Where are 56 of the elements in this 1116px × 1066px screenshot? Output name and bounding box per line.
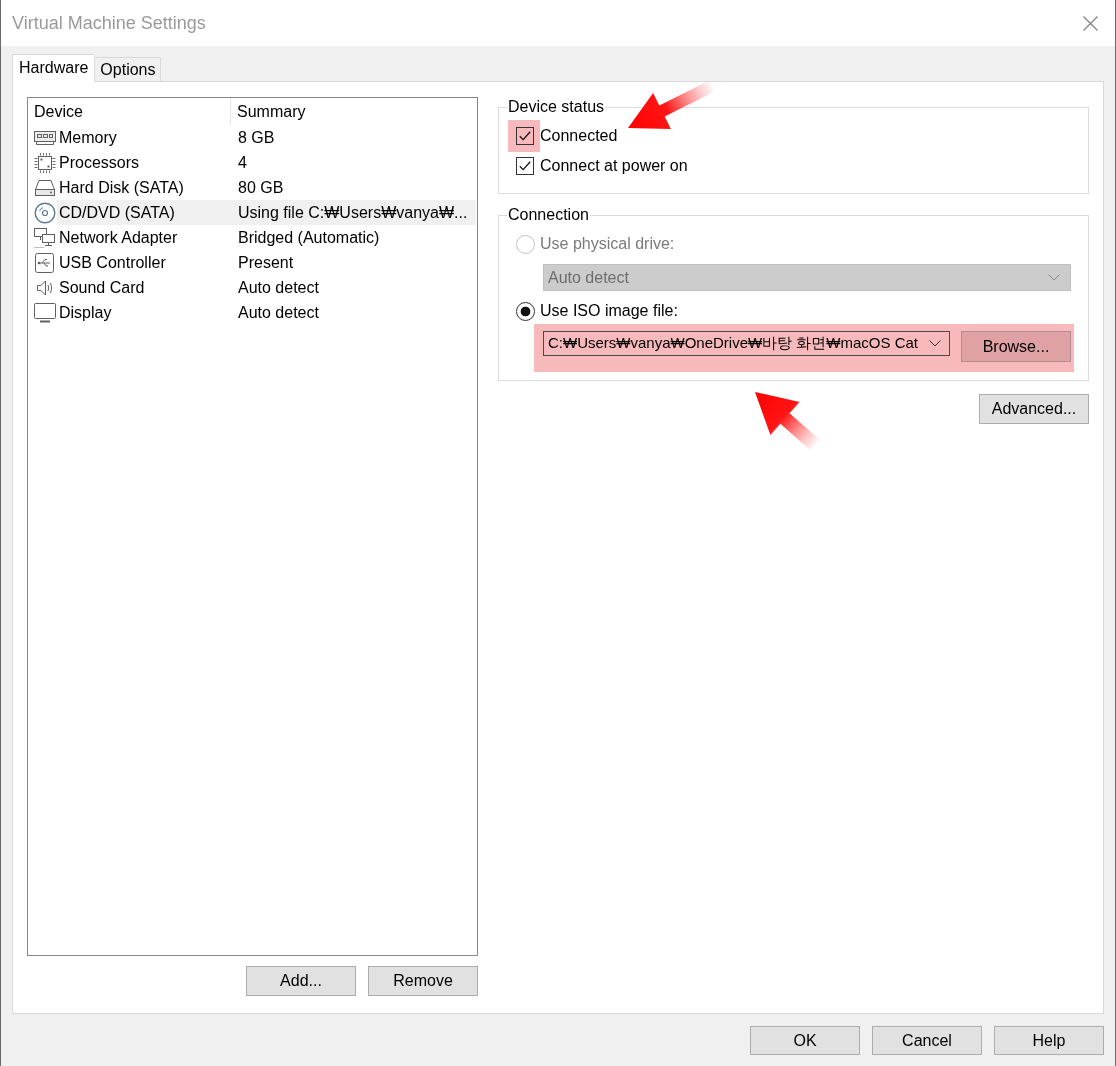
checkbox-label[interactable]: Connect at power on [540,157,688,175]
device-summary: 8 GB [237,128,275,147]
check-icon [519,161,531,171]
tab[interactable]: Hardware [12,54,95,82]
list-row[interactable]: Hard Disk (SATA) 80 GB [57,175,476,200]
device-summary: Auto detect [237,278,319,297]
monitor-icon [33,301,57,324]
group-title: Connection [507,206,590,224]
close-icon [1083,15,1098,31]
checkbox-label[interactable]: Connected [540,127,618,145]
radio-label[interactable]: Use ISO image file: [540,302,678,320]
group-title: Device status [507,98,606,116]
list-row[interactable]: CD/DVD (SATA) Using file C:₩Users₩vanya₩... [57,200,476,225]
device-name: USB Controller [58,253,167,272]
processor-icon [33,151,57,174]
list-row[interactable]: Network Adapter Bridged (Automatic) [57,225,476,250]
file-path-combo[interactable]: C:₩Users₩vanya₩OneDrive₩바탕 화면₩macOS Cat [543,331,950,356]
dialog-button[interactable]: Help [994,1026,1104,1055]
list-row[interactable]: Display Auto detect [57,300,476,325]
list-row[interactable]: Memory 8 GB [57,125,476,150]
device-summary: Using file C:₩Users₩vanya₩... [237,203,468,222]
computers-icon [33,226,57,249]
usb-icon [33,251,57,274]
window-title: Virtual Machine Settings [12,12,206,34]
dialog-button[interactable]: Cancel [872,1026,982,1055]
list-row[interactable]: USB Controller Present [57,250,476,275]
device-name: CD/DVD (SATA) [58,203,176,222]
tab[interactable]: Options [94,57,161,81]
device-name: Sound Card [58,278,146,297]
close-button[interactable] [1083,15,1098,31]
device-summary: Present [237,253,294,272]
checkbox[interactable] [516,157,534,175]
chevron-icon [929,340,941,347]
device-name: Memory [58,128,118,147]
device-name: Network Adapter [58,228,179,247]
list-action-button[interactable]: Remove [368,966,478,996]
device-summary: Bridged (Automatic) [237,228,380,247]
dialog-button[interactable]: OK [750,1026,860,1055]
device-name: Hard Disk (SATA) [58,178,185,197]
device-name: Display [58,303,113,322]
device-summary: 80 GB [237,178,284,197]
device-summary: Auto detect [237,303,319,322]
chevron-icon [1048,274,1060,281]
list-action-button[interactable]: Add... [246,966,356,996]
radio-button[interactable] [516,301,535,321]
column-header[interactable]: Summary [231,98,306,125]
advanced-button[interactable]: Advanced... [979,394,1089,424]
check-icon [519,131,531,141]
browse-button[interactable]: Browse... [961,331,1071,362]
device-summary: 4 [237,153,247,172]
disc-icon [33,201,57,224]
device-name: Processors [58,153,141,172]
list-row[interactable]: Processors 4 [57,150,476,175]
list-row[interactable]: Sound Card Auto detect [57,275,476,300]
column-header[interactable]: Device [28,98,231,125]
checkbox[interactable] [516,127,534,145]
